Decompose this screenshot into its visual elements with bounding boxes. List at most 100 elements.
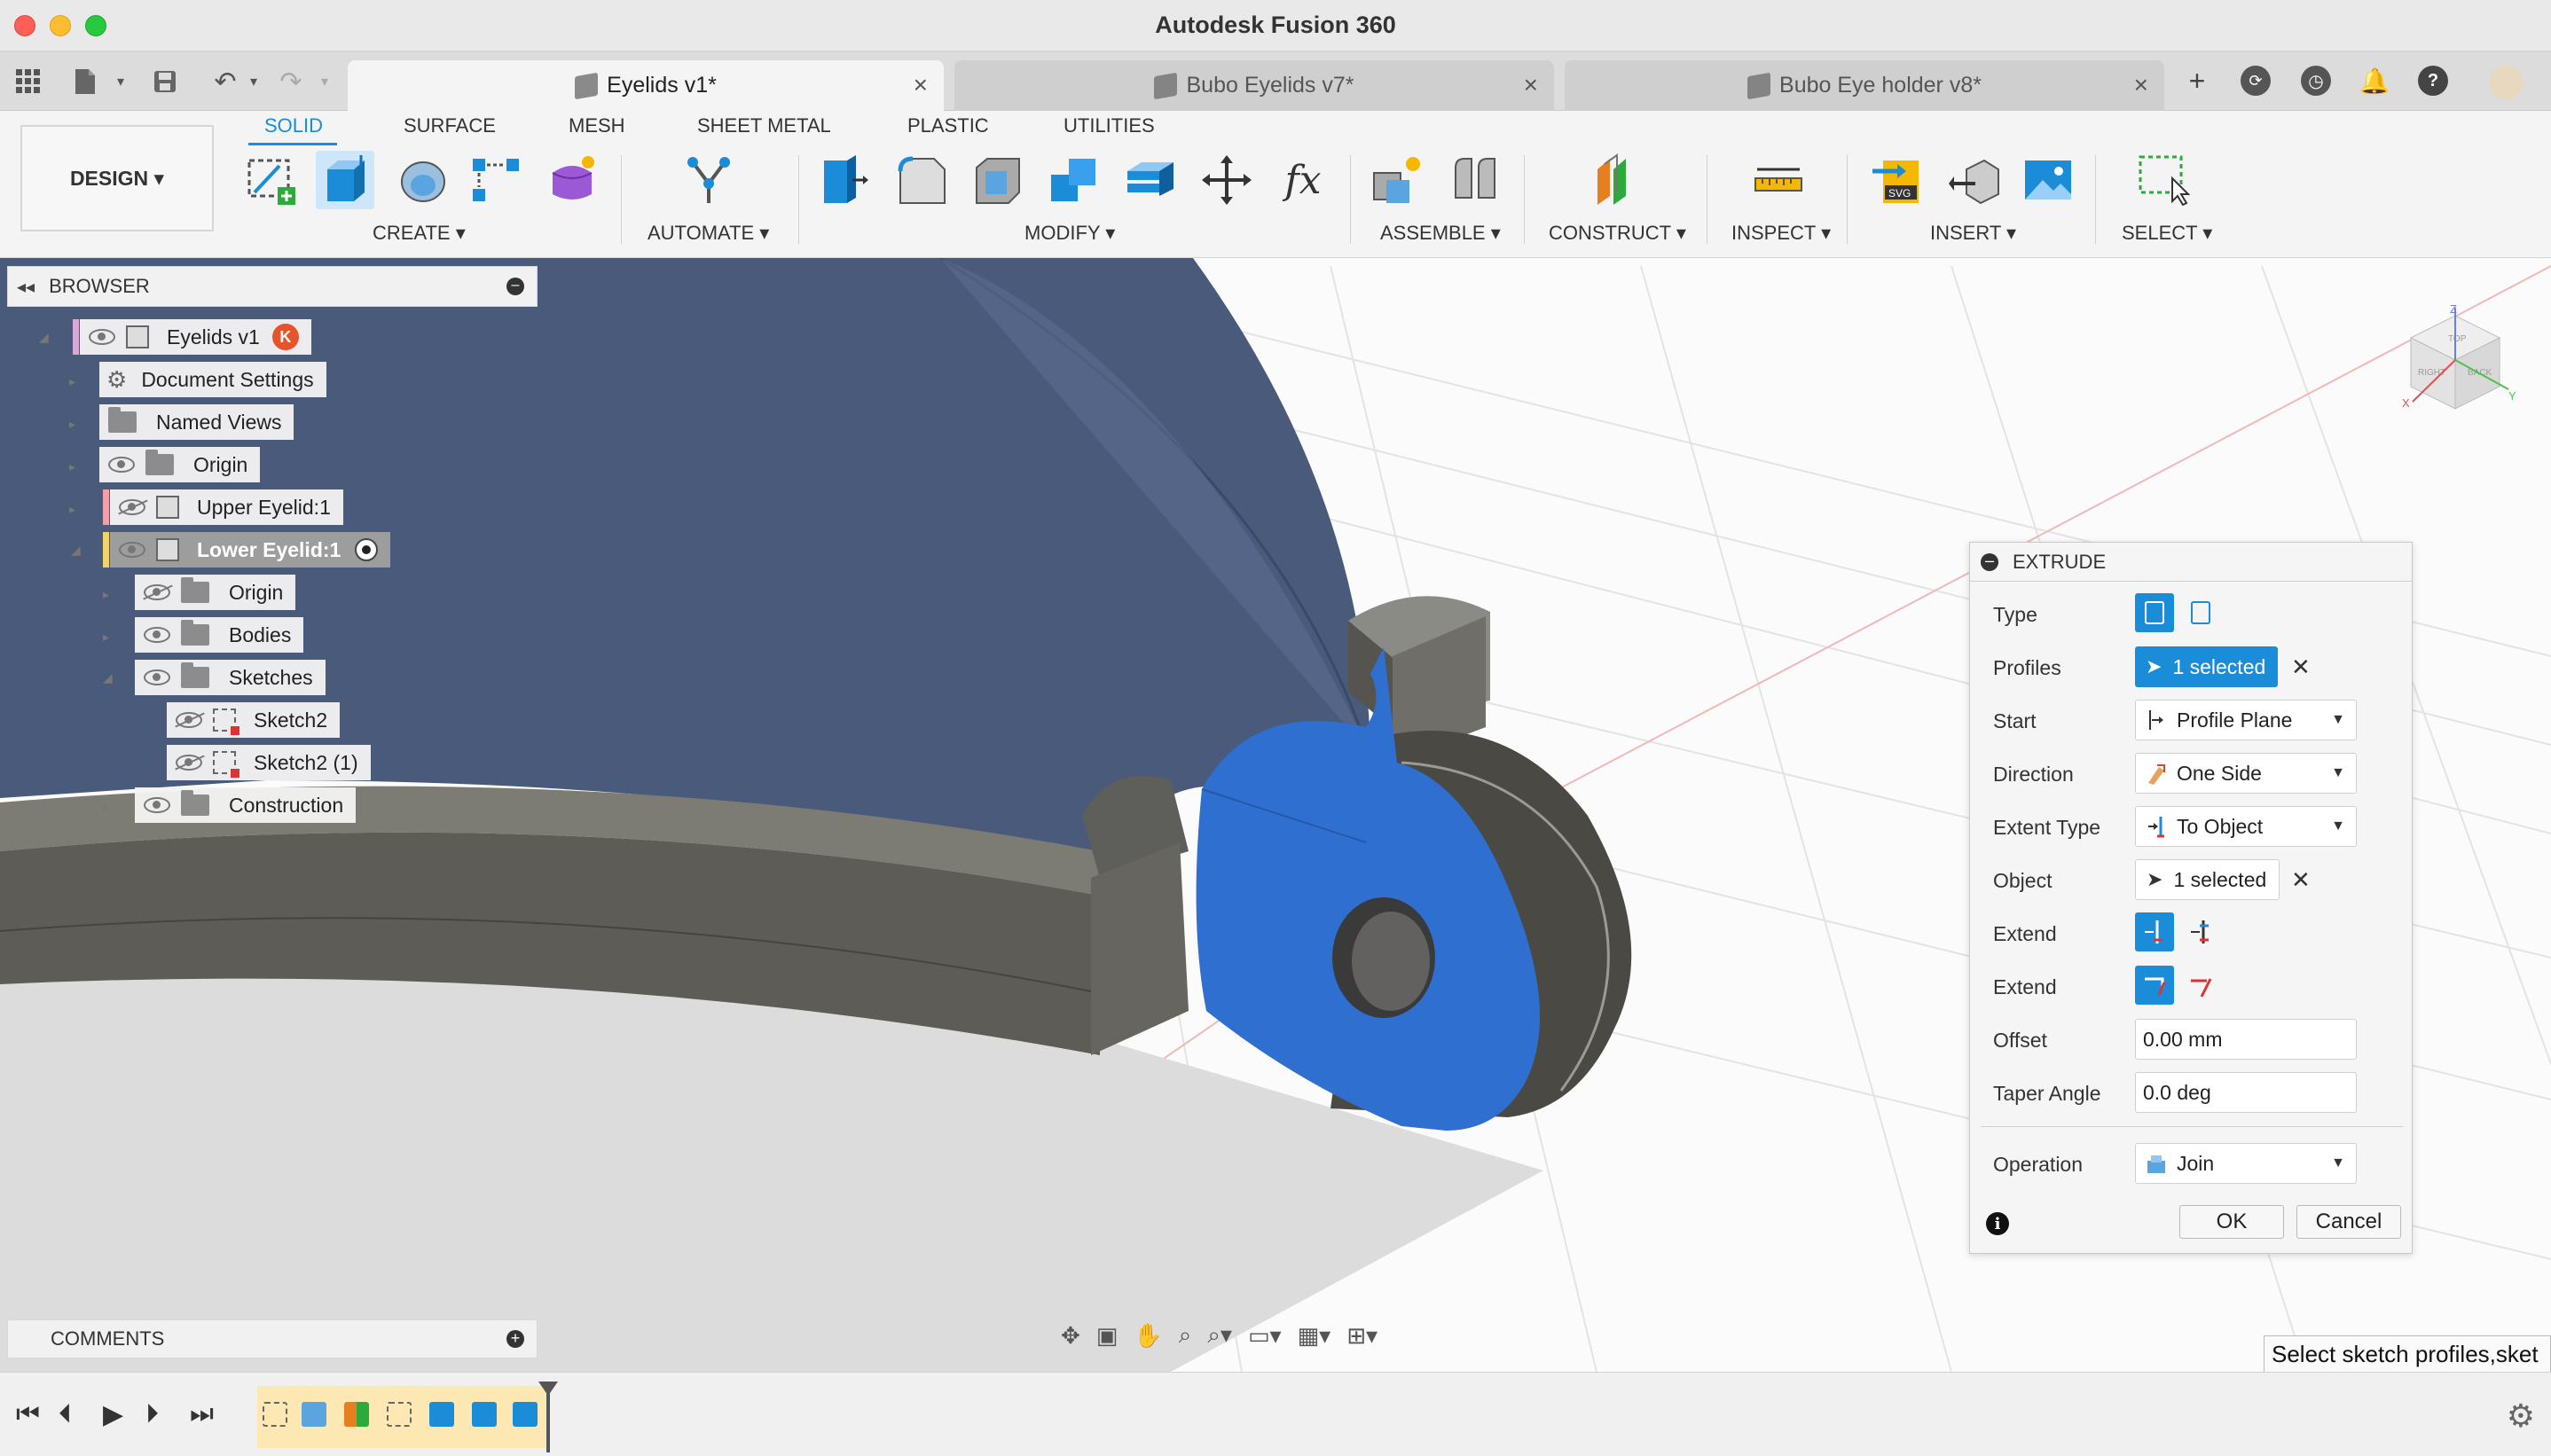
gear-icon[interactable]: ⚙ — [2507, 1397, 2535, 1435]
collapse-dialog-icon[interactable]: – — [1981, 552, 1998, 571]
extend-to-face-button[interactable] — [2135, 966, 2174, 1005]
select-menu[interactable]: SELECT ▾ — [2122, 222, 2212, 245]
tab-solid[interactable]: SOLID — [264, 114, 323, 137]
info-icon[interactable]: i — [1986, 1212, 2009, 1235]
clock-icon[interactable]: ◷ — [2301, 66, 2331, 96]
redo-icon[interactable]: ↷ — [275, 66, 307, 98]
extend-adjacent-button[interactable] — [2135, 912, 2174, 951]
cancel-button[interactable]: Cancel — [2296, 1205, 2401, 1239]
add-comment-icon[interactable]: + — [506, 1330, 524, 1348]
eye-hidden-icon[interactable] — [176, 755, 202, 771]
close-tab-icon[interactable]: × — [1524, 71, 1538, 99]
eye-icon[interactable] — [119, 542, 145, 558]
expand-toggle-icon[interactable]: ▸ — [103, 800, 109, 815]
step-forward-icon[interactable]: ⏵ — [145, 1399, 159, 1429]
expand-toggle-icon[interactable]: ◢ — [39, 330, 49, 345]
browser-node-lower-origin[interactable]: Origin — [135, 575, 296, 610]
shell-icon[interactable] — [969, 151, 1027, 209]
browser-node-bodies[interactable]: Bodies — [135, 617, 304, 653]
expand-toggle-icon[interactable]: ▸ — [69, 459, 75, 474]
change-parameters-icon[interactable]: fx — [1274, 151, 1332, 209]
extend-to-body-button[interactable] — [2181, 966, 2220, 1005]
grid-settings-icon[interactable]: ▦▾ — [1298, 1322, 1331, 1350]
browser-node-sketch2-1[interactable]: Sketch2 (1) — [167, 745, 371, 780]
eye-hidden-icon[interactable] — [144, 584, 170, 600]
create-form-icon[interactable] — [543, 151, 601, 209]
construct-menu[interactable]: CONSTRUCT ▾ — [1549, 222, 1686, 245]
extent-type-dropdown[interactable]: To Object ▼ — [2135, 806, 2357, 847]
type-thin-extrude-button[interactable] — [2181, 593, 2220, 632]
inspect-menu[interactable]: INSPECT ▾ — [1731, 222, 1831, 245]
apps-grid-icon[interactable] — [12, 66, 44, 98]
expand-toggle-icon[interactable]: ▸ — [103, 587, 109, 602]
new-component-icon[interactable] — [1368, 151, 1426, 209]
activate-component-radio[interactable] — [355, 538, 379, 561]
expand-toggle-icon[interactable]: ▸ — [69, 502, 75, 517]
play-icon[interactable]: ▶ — [103, 1399, 123, 1430]
eye-hidden-icon[interactable] — [176, 712, 202, 728]
measure-icon[interactable] — [1749, 151, 1808, 209]
eye-icon[interactable] — [108, 457, 135, 473]
go-to-beginning-icon[interactable]: ⏮ — [16, 1399, 40, 1429]
expand-toggle-icon[interactable]: ▸ — [103, 630, 109, 645]
tab-utilities[interactable]: UTILITIES — [1064, 114, 1155, 137]
timeline-extrude-feature[interactable] — [429, 1402, 454, 1427]
browser-node-sketch2[interactable]: Sketch2 — [167, 702, 341, 738]
create-sketch-icon[interactable] — [241, 151, 300, 209]
browser-node-document-settings[interactable]: ⚙ Document Settings — [99, 362, 326, 397]
browser-node-construction[interactable]: Construction — [135, 787, 357, 823]
extrude-dialog-header[interactable]: – EXTRUDE — [1970, 543, 2412, 582]
timeline-extrude-feature[interactable] — [513, 1402, 538, 1427]
operation-dropdown[interactable]: Join ▼ — [2135, 1143, 2357, 1184]
go-to-end-icon[interactable]: ⏭ — [190, 1399, 214, 1429]
start-dropdown[interactable]: Profile Plane ▼ — [2135, 700, 2357, 740]
file-menu-caret-icon[interactable]: ▾ — [105, 66, 137, 98]
tab-eyelids[interactable]: Eyelids v1* × — [348, 60, 944, 111]
browser-node-root[interactable]: Eyelids v1 K — [80, 319, 311, 355]
browser-header[interactable]: ◂◂ BROWSER – — [7, 266, 538, 307]
extrude-icon[interactable] — [316, 151, 374, 209]
automate-icon[interactable] — [679, 151, 738, 209]
move-copy-icon[interactable] — [1197, 151, 1256, 209]
bell-icon[interactable]: 🔔 — [2359, 66, 2390, 96]
profiles-selection[interactable]: ➤ 1 selected — [2135, 646, 2279, 687]
expand-toggle-icon[interactable]: ◢ — [71, 543, 81, 558]
help-icon[interactable]: ? — [2418, 66, 2448, 96]
viewcube[interactable]: TOP RIGHT BACK X Y Z — [2393, 302, 2517, 427]
eye-hidden-icon[interactable] — [119, 499, 145, 515]
type-extrude-button[interactable] — [2135, 593, 2174, 632]
minimize-panel-icon[interactable]: – — [506, 278, 524, 295]
close-tab-icon[interactable]: × — [2134, 71, 2148, 99]
workspace-switcher[interactable]: DESIGN ▾ — [20, 125, 214, 231]
viewports-icon[interactable]: ⊞▾ — [1346, 1322, 1378, 1350]
revolve-icon[interactable] — [394, 151, 452, 209]
eye-icon[interactable] — [144, 627, 170, 643]
insert-menu[interactable]: INSERT ▾ — [1930, 222, 2016, 245]
close-tab-icon[interactable]: × — [914, 71, 928, 99]
display-settings-icon[interactable]: ▭▾ — [1248, 1322, 1282, 1350]
tab-surface[interactable]: SURFACE — [404, 114, 496, 137]
press-pull-icon[interactable] — [814, 151, 873, 209]
timeline-revolve-feature[interactable] — [302, 1402, 326, 1427]
step-back-icon[interactable]: ⏴ — [59, 1399, 72, 1429]
expand-toggle-icon[interactable]: ▸ — [69, 374, 75, 389]
redo-caret-icon[interactable]: ▾ — [309, 66, 341, 98]
timeline-sketch-feature[interactable] — [263, 1402, 287, 1427]
undo-icon[interactable]: ↶ — [209, 66, 241, 98]
fillet-icon[interactable] — [892, 151, 951, 209]
browser-node-named-views[interactable]: Named Views — [99, 404, 294, 440]
expand-toggle-icon[interactable]: ◢ — [103, 670, 113, 685]
timeline-sketch-feature[interactable] — [387, 1402, 412, 1427]
create-menu[interactable]: CREATE ▾ — [373, 222, 466, 245]
expand-toggle-icon[interactable]: ▸ — [69, 417, 75, 432]
direction-dropdown[interactable]: One Side ▼ — [2135, 753, 2357, 794]
rectangular-pattern-icon[interactable] — [467, 151, 525, 209]
plus-icon[interactable]: + — [2182, 65, 2212, 97]
ok-button[interactable]: OK — [2179, 1205, 2284, 1239]
look-at-icon[interactable]: ▣ — [1096, 1322, 1119, 1350]
automate-menu[interactable]: AUTOMATE ▾ — [648, 222, 769, 245]
zoom-icon[interactable]: ⌕ — [1179, 1321, 1192, 1350]
comments-panel[interactable]: COMMENTS + — [7, 1319, 538, 1358]
tab-bubo-eye-holder[interactable]: Bubo Eye holder v8* × — [1565, 60, 2164, 111]
eye-icon[interactable] — [144, 797, 170, 813]
